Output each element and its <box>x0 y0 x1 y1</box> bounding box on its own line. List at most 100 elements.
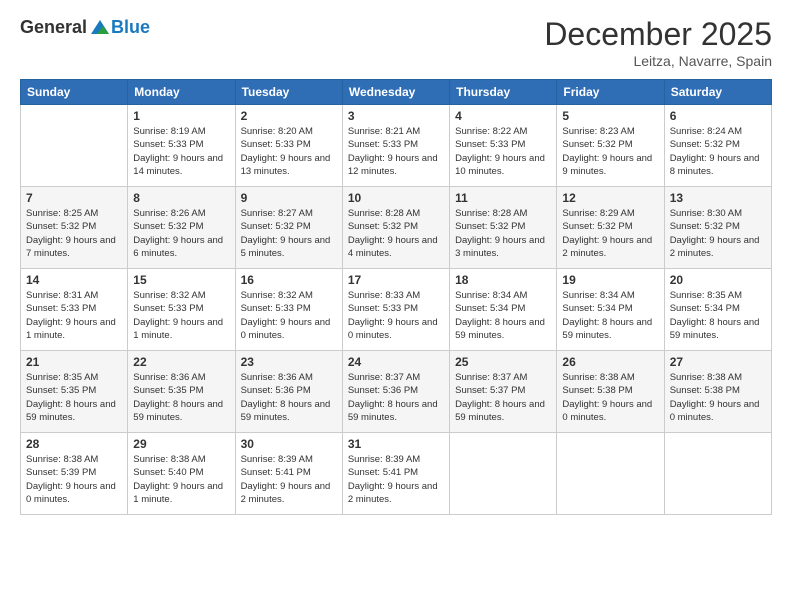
day-number: 26 <box>562 355 658 369</box>
table-row <box>21 105 128 187</box>
table-row: 26Sunrise: 8:38 AMSunset: 5:38 PMDayligh… <box>557 351 664 433</box>
cell-info: Sunrise: 8:32 AMSunset: 5:33 PMDaylight:… <box>133 289 229 342</box>
day-number: 28 <box>26 437 122 451</box>
calendar-page: General Blue December 2025 Leitza, Navar… <box>0 0 792 612</box>
table-row: 27 Sunrise: 8:38 AMSunset: 5:38 PMDayligh… <box>664 351 771 433</box>
table-row: 1 Sunrise: 8:19 AMSunset: 5:33 PMDaylight… <box>128 105 235 187</box>
table-row: 18Sunrise: 8:34 AMSunset: 5:34 PMDayligh… <box>450 269 557 351</box>
cell-info: Sunrise: 8:39 AMSunset: 5:41 PMDaylight:… <box>241 453 337 506</box>
day-number: 11 <box>455 191 551 205</box>
cell-info: Sunrise: 8:39 AMSunset: 5:41 PMDaylight:… <box>348 453 444 506</box>
day-number: 5 <box>562 109 658 123</box>
cell-info: Sunrise: 8:30 AMSunset: 5:32 PMDaylight:… <box>670 207 766 260</box>
day-number: 25 <box>455 355 551 369</box>
cell-info: Sunrise: 8:21 AMSunset: 5:33 PMDaylight:… <box>348 125 444 178</box>
logo: General Blue <box>20 16 150 38</box>
col-thursday: Thursday <box>450 80 557 105</box>
table-row: 22Sunrise: 8:36 AMSunset: 5:35 PMDayligh… <box>128 351 235 433</box>
cell-info: Sunrise: 8:33 AMSunset: 5:33 PMDaylight:… <box>348 289 444 342</box>
day-number: 24 <box>348 355 444 369</box>
calendar-week-row: 7 Sunrise: 8:25 AMSunset: 5:32 PMDaylight… <box>21 187 772 269</box>
day-number: 9 <box>241 191 337 205</box>
cell-info: Sunrise: 8:36 AMSunset: 5:36 PMDaylight:… <box>241 371 337 424</box>
logo-icon <box>89 16 111 38</box>
logo-blue: Blue <box>111 17 150 38</box>
cell-info: Sunrise: 8:38 AMSunset: 5:38 PMDaylight:… <box>670 371 766 424</box>
table-row <box>450 433 557 515</box>
table-row: 30 Sunrise: 8:39 AMSunset: 5:41 PMDayligh… <box>235 433 342 515</box>
cell-info: Sunrise: 8:34 AMSunset: 5:34 PMDaylight:… <box>455 289 551 342</box>
table-row: 20 Sunrise: 8:35 AMSunset: 5:34 PMDayligh… <box>664 269 771 351</box>
table-row: 25Sunrise: 8:37 AMSunset: 5:37 PMDayligh… <box>450 351 557 433</box>
cell-info: Sunrise: 8:22 AMSunset: 5:33 PMDaylight:… <box>455 125 551 178</box>
day-number: 22 <box>133 355 229 369</box>
calendar-week-row: 28 Sunrise: 8:38 AMSunset: 5:39 PMDayligh… <box>21 433 772 515</box>
table-row: 15 Sunrise: 8:32 AMSunset: 5:33 PMDayligh… <box>128 269 235 351</box>
cell-info: Sunrise: 8:25 AMSunset: 5:32 PMDaylight:… <box>26 207 122 260</box>
table-row: 29 Sunrise: 8:38 AMSunset: 5:40 PMDayligh… <box>128 433 235 515</box>
table-row: 24Sunrise: 8:37 AMSunset: 5:36 PMDayligh… <box>342 351 449 433</box>
table-row: 4Sunrise: 8:22 AMSunset: 5:33 PMDaylight… <box>450 105 557 187</box>
col-tuesday: Tuesday <box>235 80 342 105</box>
table-row: 10 Sunrise: 8:28 AMSunset: 5:32 PMDayligh… <box>342 187 449 269</box>
cell-info: Sunrise: 8:19 AMSunset: 5:33 PMDaylight:… <box>133 125 229 178</box>
table-row: 3 Sunrise: 8:21 AMSunset: 5:33 PMDaylight… <box>342 105 449 187</box>
table-row: 19 Sunrise: 8:34 AMSunset: 5:34 PMDayligh… <box>557 269 664 351</box>
day-number: 13 <box>670 191 766 205</box>
col-monday: Monday <box>128 80 235 105</box>
cell-info: Sunrise: 8:27 AMSunset: 5:32 PMDaylight:… <box>241 207 337 260</box>
table-row: 9 Sunrise: 8:27 AMSunset: 5:32 PMDaylight… <box>235 187 342 269</box>
table-row: 23 Sunrise: 8:36 AMSunset: 5:36 PMDayligh… <box>235 351 342 433</box>
day-number: 8 <box>133 191 229 205</box>
table-row: 7 Sunrise: 8:25 AMSunset: 5:32 PMDaylight… <box>21 187 128 269</box>
day-number: 14 <box>26 273 122 287</box>
location-subtitle: Leitza, Navarre, Spain <box>544 53 772 69</box>
table-row: 28 Sunrise: 8:38 AMSunset: 5:39 PMDayligh… <box>21 433 128 515</box>
table-row: 21Sunrise: 8:35 AMSunset: 5:35 PMDayligh… <box>21 351 128 433</box>
cell-info: Sunrise: 8:24 AMSunset: 5:32 PMDaylight:… <box>670 125 766 178</box>
logo-general: General <box>20 17 87 38</box>
calendar-week-row: 21Sunrise: 8:35 AMSunset: 5:35 PMDayligh… <box>21 351 772 433</box>
day-number: 23 <box>241 355 337 369</box>
cell-info: Sunrise: 8:28 AMSunset: 5:32 PMDaylight:… <box>455 207 551 260</box>
cell-info: Sunrise: 8:35 AMSunset: 5:34 PMDaylight:… <box>670 289 766 342</box>
day-number: 10 <box>348 191 444 205</box>
day-number: 2 <box>241 109 337 123</box>
col-sunday: Sunday <box>21 80 128 105</box>
cell-info: Sunrise: 8:38 AMSunset: 5:39 PMDaylight:… <box>26 453 122 506</box>
day-number: 20 <box>670 273 766 287</box>
table-row: 5 Sunrise: 8:23 AMSunset: 5:32 PMDaylight… <box>557 105 664 187</box>
col-wednesday: Wednesday <box>342 80 449 105</box>
day-number: 1 <box>133 109 229 123</box>
cell-info: Sunrise: 8:28 AMSunset: 5:32 PMDaylight:… <box>348 207 444 260</box>
table-row: 16Sunrise: 8:32 AMSunset: 5:33 PMDayligh… <box>235 269 342 351</box>
day-number: 27 <box>670 355 766 369</box>
day-number: 19 <box>562 273 658 287</box>
table-row: 14Sunrise: 8:31 AMSunset: 5:33 PMDayligh… <box>21 269 128 351</box>
day-number: 3 <box>348 109 444 123</box>
table-row <box>557 433 664 515</box>
day-number: 17 <box>348 273 444 287</box>
table-row: 12Sunrise: 8:29 AMSunset: 5:32 PMDayligh… <box>557 187 664 269</box>
calendar-week-row: 14Sunrise: 8:31 AMSunset: 5:33 PMDayligh… <box>21 269 772 351</box>
day-number: 12 <box>562 191 658 205</box>
table-row: 8Sunrise: 8:26 AMSunset: 5:32 PMDaylight… <box>128 187 235 269</box>
table-row: 31Sunrise: 8:39 AMSunset: 5:41 PMDayligh… <box>342 433 449 515</box>
day-number: 30 <box>241 437 337 451</box>
calendar-table: Sunday Monday Tuesday Wednesday Thursday… <box>20 79 772 515</box>
table-row: 6 Sunrise: 8:24 AMSunset: 5:32 PMDaylight… <box>664 105 771 187</box>
cell-info: Sunrise: 8:32 AMSunset: 5:33 PMDaylight:… <box>241 289 337 342</box>
cell-info: Sunrise: 8:34 AMSunset: 5:34 PMDaylight:… <box>562 289 658 342</box>
day-number: 29 <box>133 437 229 451</box>
title-section: December 2025 Leitza, Navarre, Spain <box>544 16 772 69</box>
calendar-week-row: 1 Sunrise: 8:19 AMSunset: 5:33 PMDaylight… <box>21 105 772 187</box>
day-number: 15 <box>133 273 229 287</box>
cell-info: Sunrise: 8:23 AMSunset: 5:32 PMDaylight:… <box>562 125 658 178</box>
cell-info: Sunrise: 8:38 AMSunset: 5:40 PMDaylight:… <box>133 453 229 506</box>
table-row: 11 Sunrise: 8:28 AMSunset: 5:32 PMDayligh… <box>450 187 557 269</box>
col-friday: Friday <box>557 80 664 105</box>
day-number: 7 <box>26 191 122 205</box>
table-row <box>664 433 771 515</box>
day-number: 6 <box>670 109 766 123</box>
table-row: 17 Sunrise: 8:33 AMSunset: 5:33 PMDayligh… <box>342 269 449 351</box>
